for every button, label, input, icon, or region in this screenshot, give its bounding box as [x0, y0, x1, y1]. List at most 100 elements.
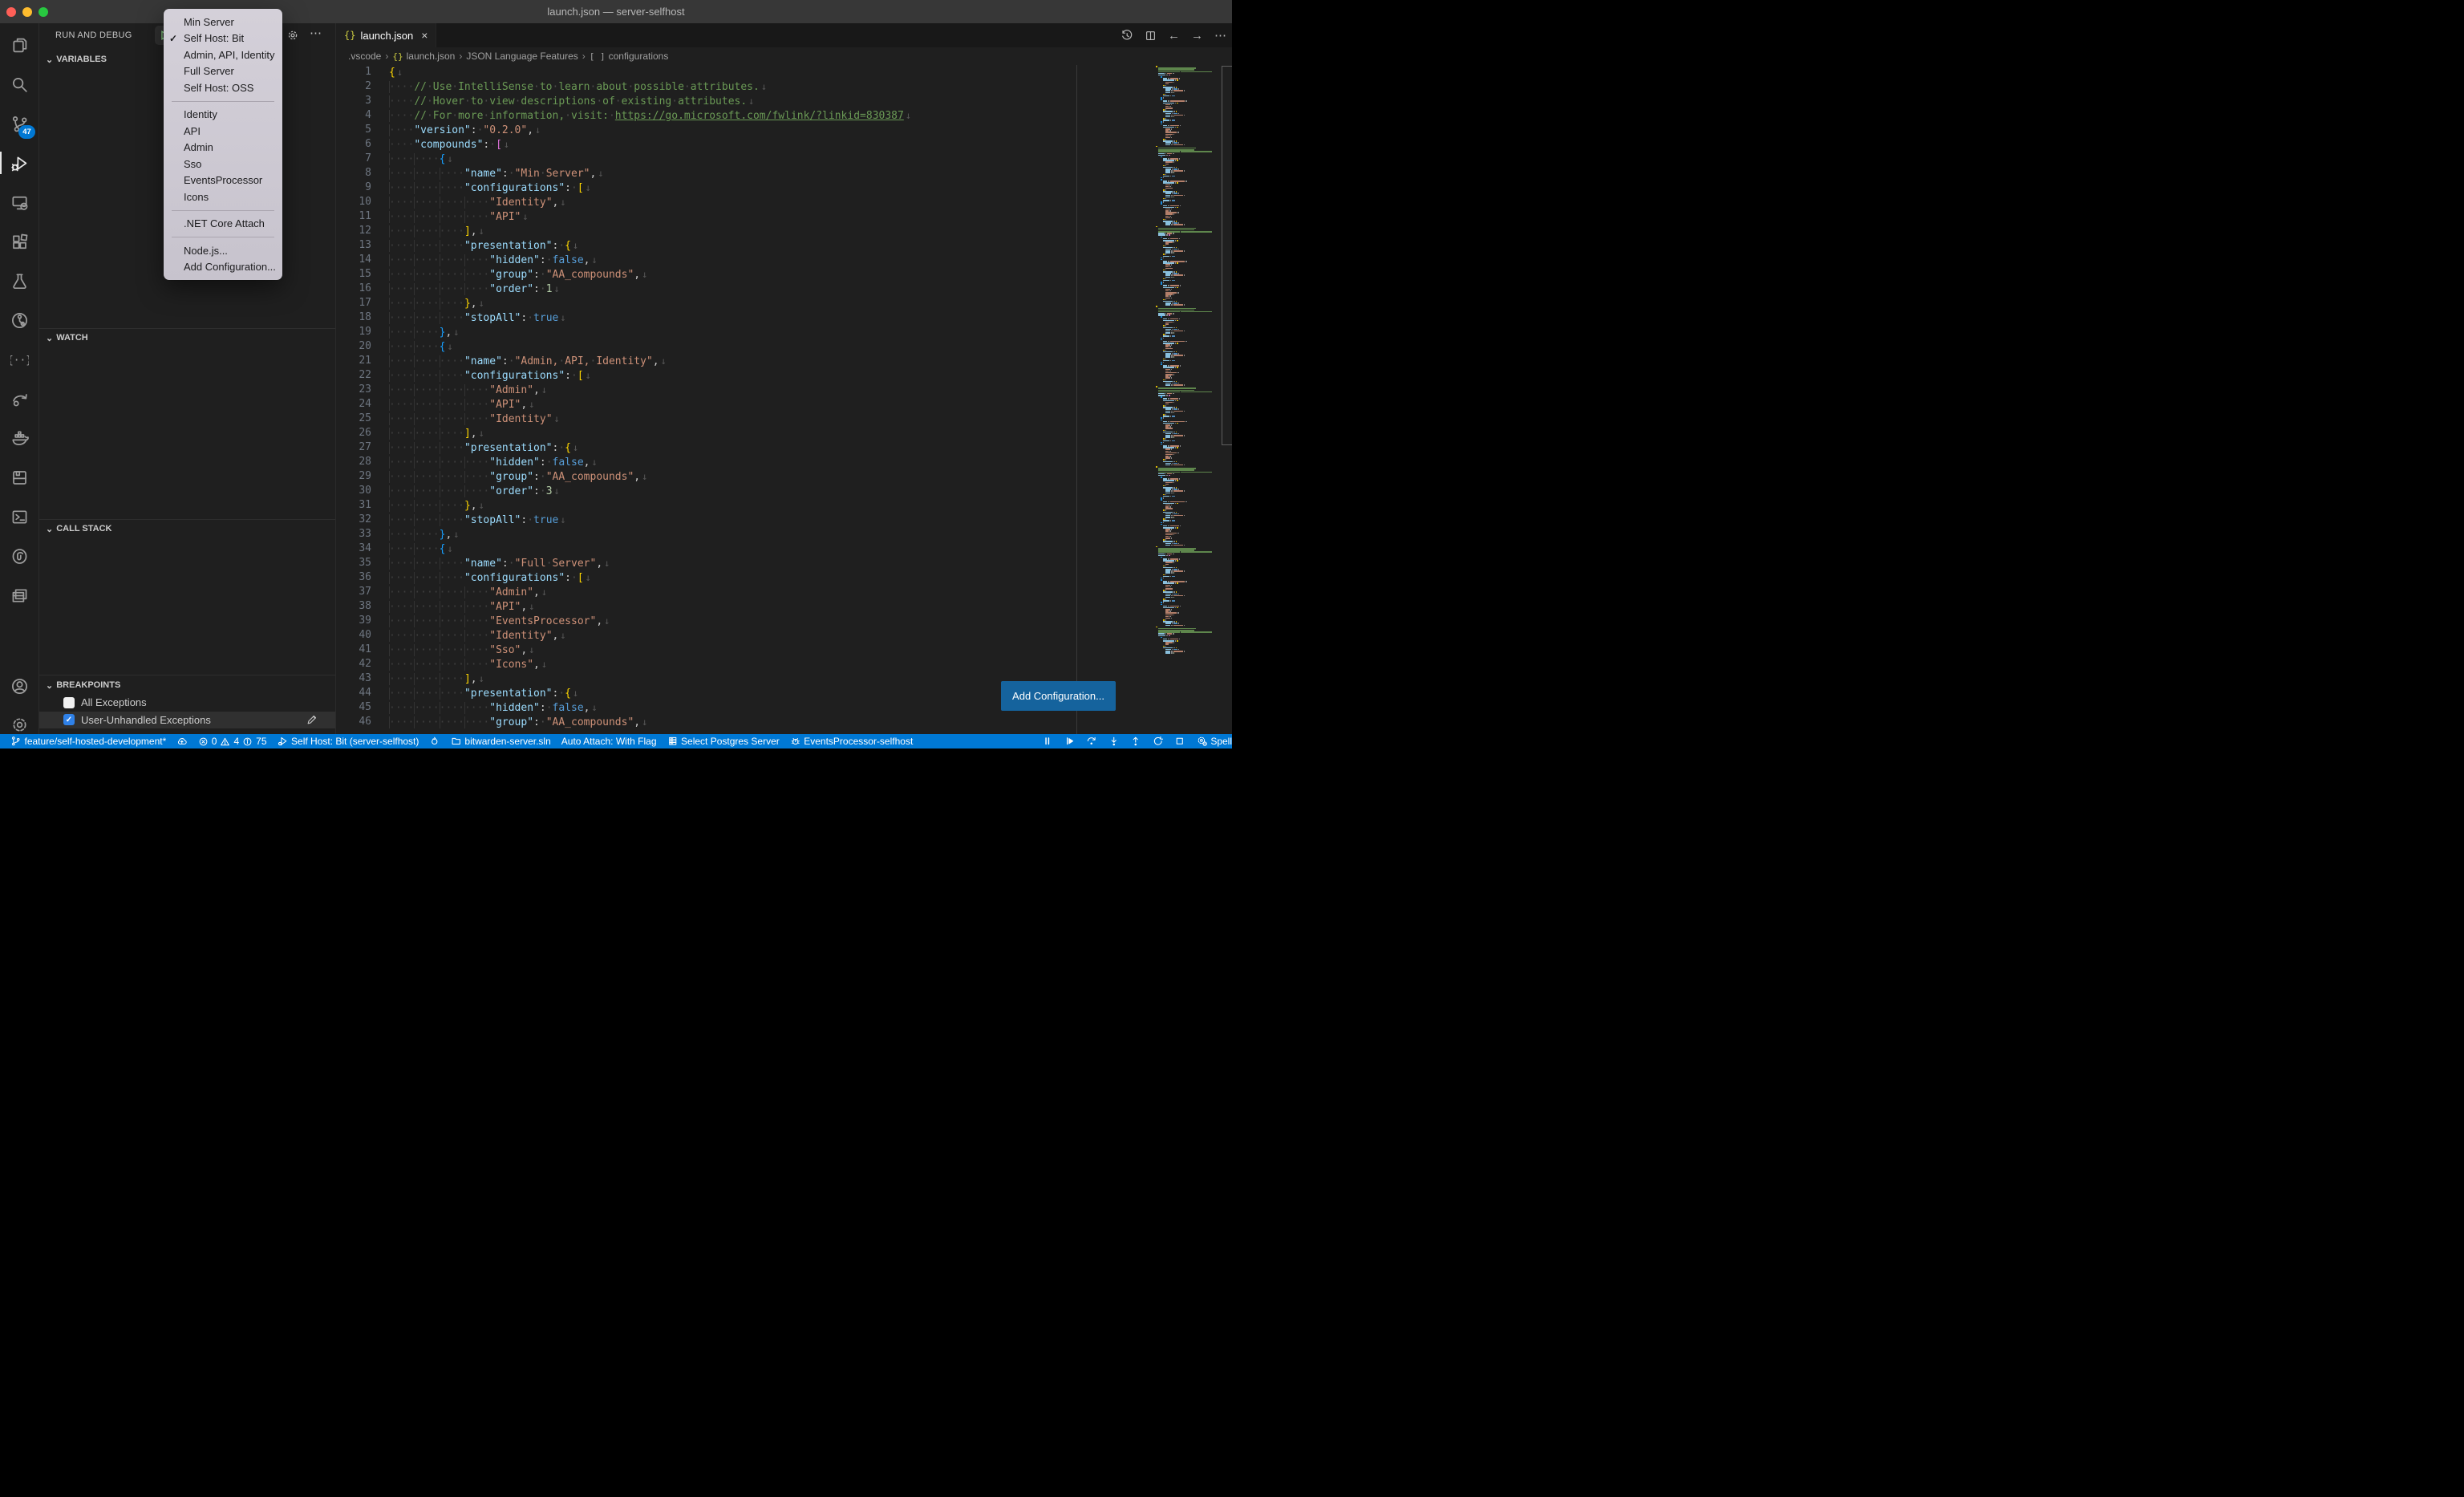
code-line[interactable]: 8············"name":·"Min·Server",↓: [336, 166, 1232, 181]
code-line[interactable]: 5····"version":·"0.2.0",↓: [336, 123, 1232, 137]
call-stack-section-header[interactable]: ⌄ CALL STACK: [39, 520, 335, 538]
activity-postgres-icon[interactable]: [0, 537, 38, 575]
menu-item-api[interactable]: API: [164, 123, 282, 140]
menu-item-add-configuration[interactable]: Add Configuration...: [164, 259, 282, 276]
activity-braces-face-icon[interactable]: {··}: [0, 340, 38, 379]
activity-extensions-icon[interactable]: [0, 222, 38, 261]
menu-item-min-server[interactable]: Min Server: [164, 14, 282, 30]
code-line[interactable]: 36············"configurations":·[↓: [336, 570, 1232, 585]
activity-run-debug-icon[interactable]: [0, 144, 38, 182]
breakpoint-row[interactable]: ✓User-Unhandled Exceptions: [39, 712, 335, 728]
code-line[interactable]: 32············"stopAll":·true↓: [336, 513, 1232, 527]
code-line[interactable]: 42················"Icons",↓: [336, 657, 1232, 671]
status-item-auto-attach-with-flag[interactable]: Auto Attach: With Flag: [561, 736, 657, 747]
status-item-eventsprocessor-selfhost[interactable]: EventsProcessor-selfhost: [790, 736, 914, 747]
status-item-self-host-bit-server-selfhost[interactable]: Self Host: Bit (server-selfhost): [278, 736, 419, 747]
close-tab-icon[interactable]: ×: [421, 29, 428, 42]
code-line[interactable]: 4····//·For·more·information,·visit:·htt…: [336, 108, 1232, 123]
activity-floppy-icon[interactable]: [0, 458, 38, 497]
menu-item-full-server[interactable]: Full Server: [164, 63, 282, 80]
code-line[interactable]: 30················"order":·3↓: [336, 484, 1232, 498]
menu-item-icons[interactable]: Icons: [164, 189, 282, 205]
menu-item-identity[interactable]: Identity: [164, 107, 282, 124]
status-item-bitwarden-server-sln[interactable]: bitwarden-server.sln: [451, 736, 551, 747]
code-line[interactable]: 33········},↓: [336, 527, 1232, 542]
menu-item-admin-api-identity[interactable]: Admin, API, Identity: [164, 47, 282, 63]
code-line[interactable]: 16················"order":·1↓: [336, 282, 1232, 296]
activity-docker-icon[interactable]: [0, 419, 38, 457]
watch-section-header[interactable]: ⌄ WATCH: [39, 329, 335, 347]
add-configuration-button[interactable]: Add Configuration...: [1001, 681, 1116, 711]
timeline-history-icon[interactable]: [1121, 29, 1133, 42]
status-item[interactable]: [1108, 736, 1120, 747]
activity-terminal-icon[interactable]: [0, 497, 38, 536]
code-line[interactable]: 37················"Admin",↓: [336, 585, 1232, 599]
tab-launch-json[interactable]: {} launch.json ×: [336, 23, 436, 47]
problems-status[interactable]: 0475: [198, 736, 267, 747]
checkbox-unchecked[interactable]: [63, 697, 75, 708]
status-item-spell[interactable]: Spell: [1197, 736, 1232, 747]
menu-item-sso[interactable]: Sso: [164, 156, 282, 172]
status-item-select-postgres-server[interactable]: Select Postgres Server: [667, 736, 780, 747]
code-line[interactable]: 19········},↓: [336, 325, 1232, 339]
breadcrumb-item[interactable]: JSON Language Features: [466, 51, 578, 62]
code-line[interactable]: 10················"Identity",↓: [336, 195, 1232, 209]
menu-item-admin[interactable]: Admin: [164, 140, 282, 156]
code-line[interactable]: 23················"Admin",↓: [336, 383, 1232, 397]
code-line[interactable]: 39················"EventsProcessor",↓: [336, 614, 1232, 628]
code-line[interactable]: 13············"presentation":·{↓: [336, 238, 1232, 253]
breadcrumb-item[interactable]: {}launch.json: [392, 51, 455, 62]
activity-search-icon[interactable]: [0, 65, 38, 103]
code-line[interactable]: 1{↓: [336, 65, 1232, 79]
status-item[interactable]: [1042, 736, 1053, 747]
menu-item-eventsprocessor[interactable]: EventsProcessor: [164, 172, 282, 189]
minimize-window-button[interactable]: [22, 7, 32, 17]
code-line[interactable]: 6····"compounds":·[↓: [336, 137, 1232, 152]
code-line[interactable]: 20········{↓: [336, 339, 1232, 354]
debug-gear-icon[interactable]: [286, 29, 299, 42]
activity-circle-branch-icon[interactable]: [0, 301, 38, 339]
code-line[interactable]: 24················"API",↓: [336, 397, 1232, 412]
activity-source-control-icon[interactable]: 47: [0, 104, 38, 143]
code-line[interactable]: 14················"hidden":·false,↓: [336, 253, 1232, 267]
activity-remote-explorer-icon[interactable]: [0, 183, 38, 221]
menu-item-self-host-bit[interactable]: ✓Self Host: Bit: [164, 30, 282, 47]
code-line[interactable]: 12············],↓: [336, 224, 1232, 238]
activity-beaker-icon[interactable]: [0, 262, 38, 300]
navigate-forward-icon[interactable]: →: [1191, 29, 1203, 43]
code-line[interactable]: 22············"configurations":·[↓: [336, 368, 1232, 383]
activity-files-icon[interactable]: [0, 26, 38, 64]
code-line[interactable]: 28················"hidden":·false,↓: [336, 455, 1232, 469]
menu-item-node-js[interactable]: Node.js...: [164, 242, 282, 259]
zoom-window-button[interactable]: [38, 7, 48, 17]
code-line[interactable]: 7········{↓: [336, 152, 1232, 166]
close-window-button[interactable]: [6, 7, 16, 17]
status-item[interactable]: [1174, 736, 1185, 747]
code-line[interactable]: 35············"name":·"Full·Server",↓: [336, 556, 1232, 570]
code-line[interactable]: 40················"Identity",↓: [336, 628, 1232, 643]
breadcrumb-item[interactable]: .vscode: [348, 51, 381, 62]
scrollbar-slider[interactable]: [1222, 66, 1232, 445]
code-line[interactable]: 29················"group":·"AA_compounds…: [336, 469, 1232, 484]
code-line[interactable]: 21············"name":·"Admin,·API,·Ident…: [336, 354, 1232, 368]
code-line[interactable]: 41················"Sso",↓: [336, 643, 1232, 657]
status-item[interactable]: [1153, 736, 1164, 747]
code-line[interactable]: 46················"group":·"AA_compounds…: [336, 715, 1232, 729]
code-line[interactable]: 26············],↓: [336, 426, 1232, 440]
code-line[interactable]: 2····//·Use·IntelliSense·to·learn·about·…: [336, 79, 1232, 94]
status-item[interactable]: [1064, 736, 1076, 747]
code-line[interactable]: 9············"configurations":·[↓: [336, 181, 1232, 195]
code-line[interactable]: 34········{↓: [336, 542, 1232, 556]
activity-live-share-icon[interactable]: [0, 379, 38, 418]
code-line[interactable]: 31············},↓: [336, 498, 1232, 513]
split-editor-icon[interactable]: [1145, 30, 1157, 42]
status-item[interactable]: [176, 736, 188, 747]
code-line[interactable]: 17············},↓: [336, 296, 1232, 310]
status-item[interactable]: [1086, 736, 1097, 747]
checkbox-checked[interactable]: ✓: [63, 714, 75, 725]
navigate-back-icon[interactable]: ←: [1168, 29, 1180, 43]
breadcrumb-item[interactable]: [ ]configurations: [590, 51, 669, 62]
edit-pencil-icon[interactable]: [306, 714, 318, 726]
status-item[interactable]: [429, 736, 440, 747]
code-line[interactable]: 25················"Identity"↓: [336, 412, 1232, 426]
